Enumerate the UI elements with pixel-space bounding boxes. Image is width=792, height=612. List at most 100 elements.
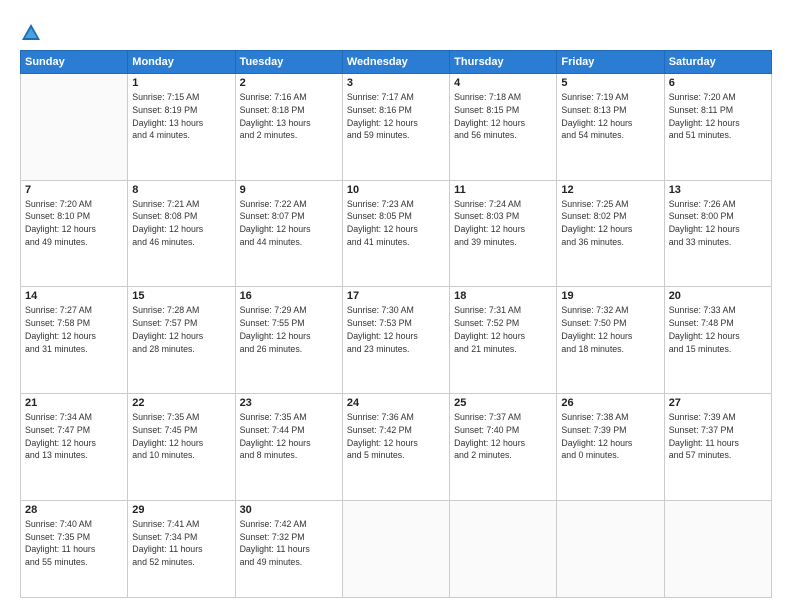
week-row-2: 7 Sunrise: 7:20 AM Sunset: 8:10 PM Daylig… [21, 180, 772, 287]
day-number: 8 [132, 184, 230, 196]
calendar-cell: 3 Sunrise: 7:17 AM Sunset: 8:16 PM Daylig… [342, 74, 449, 181]
calendar-cell: 11 Sunrise: 7:24 AM Sunset: 8:03 PM Dayli… [450, 180, 557, 287]
calendar-cell: 27 Sunrise: 7:39 AM Sunset: 7:37 PM Dayli… [664, 394, 771, 501]
day-number: 3 [347, 77, 445, 89]
calendar-cell: 14Sunrise: 7:27 AM Sunset: 7:58 PM Dayli… [21, 287, 128, 394]
weekday-header-tuesday: Tuesday [235, 51, 342, 74]
day-number: 26 [561, 397, 659, 409]
day-number: 23 [240, 397, 338, 409]
calendar-cell: 1Sunrise: 7:15 AM Sunset: 8:19 PM Daylig… [128, 74, 235, 181]
day-info: Sunrise: 7:35 AM Sunset: 7:45 PM Dayligh… [132, 411, 230, 462]
weekday-header-friday: Friday [557, 51, 664, 74]
day-number: 12 [561, 184, 659, 196]
calendar-cell: 22 Sunrise: 7:35 AM Sunset: 7:45 PM Dayli… [128, 394, 235, 501]
calendar-cell [450, 500, 557, 597]
day-number: 4 [454, 77, 552, 89]
header [20, 18, 772, 44]
calendar-cell: 24 Sunrise: 7:36 AM Sunset: 7:42 PM Dayli… [342, 394, 449, 501]
calendar-cell: 23 Sunrise: 7:35 AM Sunset: 7:44 PM Dayli… [235, 394, 342, 501]
day-info: Sunrise: 7:19 AM Sunset: 8:13 PM Dayligh… [561, 91, 659, 142]
calendar-cell: 4 Sunrise: 7:18 AM Sunset: 8:15 PM Daylig… [450, 74, 557, 181]
day-info: Sunrise: 7:33 AM Sunset: 7:48 PM Dayligh… [669, 304, 767, 355]
day-info: Sunrise: 7:21 AM Sunset: 8:08 PM Dayligh… [132, 198, 230, 249]
calendar-cell: 16 Sunrise: 7:29 AM Sunset: 7:55 PM Dayli… [235, 287, 342, 394]
day-info: Sunrise: 7:40 AM Sunset: 7:35 PM Dayligh… [25, 518, 123, 569]
calendar-cell: 18 Sunrise: 7:31 AM Sunset: 7:52 PM Dayli… [450, 287, 557, 394]
day-info: Sunrise: 7:32 AM Sunset: 7:50 PM Dayligh… [561, 304, 659, 355]
calendar-cell: 30 Sunrise: 7:42 AM Sunset: 7:32 PM Dayli… [235, 500, 342, 597]
calendar-cell: 20 Sunrise: 7:33 AM Sunset: 7:48 PM Dayli… [664, 287, 771, 394]
calendar-cell: 6 Sunrise: 7:20 AM Sunset: 8:11 PM Daylig… [664, 74, 771, 181]
day-info: Sunrise: 7:35 AM Sunset: 7:44 PM Dayligh… [240, 411, 338, 462]
day-number: 20 [669, 290, 767, 302]
day-number: 28 [25, 504, 123, 516]
day-info: Sunrise: 7:20 AM Sunset: 8:10 PM Dayligh… [25, 198, 123, 249]
calendar-cell: 15Sunrise: 7:28 AM Sunset: 7:57 PM Dayli… [128, 287, 235, 394]
week-row-3: 14Sunrise: 7:27 AM Sunset: 7:58 PM Dayli… [21, 287, 772, 394]
day-number: 25 [454, 397, 552, 409]
calendar-table: SundayMondayTuesdayWednesdayThursdayFrid… [20, 50, 772, 598]
calendar-cell [557, 500, 664, 597]
week-row-5: 28 Sunrise: 7:40 AM Sunset: 7:35 PM Dayli… [21, 500, 772, 597]
day-info: Sunrise: 7:38 AM Sunset: 7:39 PM Dayligh… [561, 411, 659, 462]
day-info: Sunrise: 7:36 AM Sunset: 7:42 PM Dayligh… [347, 411, 445, 462]
day-number: 17 [347, 290, 445, 302]
day-info: Sunrise: 7:24 AM Sunset: 8:03 PM Dayligh… [454, 198, 552, 249]
calendar-cell: 5 Sunrise: 7:19 AM Sunset: 8:13 PM Daylig… [557, 74, 664, 181]
day-info: Sunrise: 7:29 AM Sunset: 7:55 PM Dayligh… [240, 304, 338, 355]
day-number: 11 [454, 184, 552, 196]
day-number: 16 [240, 290, 338, 302]
calendar-cell: 25 Sunrise: 7:37 AM Sunset: 7:40 PM Dayli… [450, 394, 557, 501]
calendar-cell: 19 Sunrise: 7:32 AM Sunset: 7:50 PM Dayli… [557, 287, 664, 394]
logo [20, 22, 46, 44]
day-number: 30 [240, 504, 338, 516]
day-info: Sunrise: 7:41 AM Sunset: 7:34 PM Dayligh… [132, 518, 230, 569]
logo-icon [20, 22, 42, 44]
calendar-cell: 8 Sunrise: 7:21 AM Sunset: 8:08 PM Daylig… [128, 180, 235, 287]
weekday-header-monday: Monday [128, 51, 235, 74]
day-info: Sunrise: 7:34 AM Sunset: 7:47 PM Dayligh… [25, 411, 123, 462]
week-row-1: 1Sunrise: 7:15 AM Sunset: 8:19 PM Daylig… [21, 74, 772, 181]
calendar-cell: 10Sunrise: 7:23 AM Sunset: 8:05 PM Dayli… [342, 180, 449, 287]
calendar-cell: 21 Sunrise: 7:34 AM Sunset: 7:47 PM Dayli… [21, 394, 128, 501]
day-info: Sunrise: 7:37 AM Sunset: 7:40 PM Dayligh… [454, 411, 552, 462]
day-number: 14 [25, 290, 123, 302]
day-number: 29 [132, 504, 230, 516]
calendar-cell: 12 Sunrise: 7:25 AM Sunset: 8:02 PM Dayli… [557, 180, 664, 287]
day-number: 22 [132, 397, 230, 409]
day-info: Sunrise: 7:16 AM Sunset: 8:18 PM Dayligh… [240, 91, 338, 142]
week-row-4: 21 Sunrise: 7:34 AM Sunset: 7:47 PM Dayli… [21, 394, 772, 501]
day-info: Sunrise: 7:17 AM Sunset: 8:16 PM Dayligh… [347, 91, 445, 142]
day-number: 7 [25, 184, 123, 196]
day-number: 21 [25, 397, 123, 409]
weekday-header-row: SundayMondayTuesdayWednesdayThursdayFrid… [21, 51, 772, 74]
weekday-header-sunday: Sunday [21, 51, 128, 74]
day-info: Sunrise: 7:39 AM Sunset: 7:37 PM Dayligh… [669, 411, 767, 462]
day-number: 24 [347, 397, 445, 409]
day-number: 27 [669, 397, 767, 409]
calendar-cell: 29 Sunrise: 7:41 AM Sunset: 7:34 PM Dayli… [128, 500, 235, 597]
day-info: Sunrise: 7:22 AM Sunset: 8:07 PM Dayligh… [240, 198, 338, 249]
day-number: 19 [561, 290, 659, 302]
day-info: Sunrise: 7:42 AM Sunset: 7:32 PM Dayligh… [240, 518, 338, 569]
day-number: 6 [669, 77, 767, 89]
day-info: Sunrise: 7:23 AM Sunset: 8:05 PM Dayligh… [347, 198, 445, 249]
day-info: Sunrise: 7:28 AM Sunset: 7:57 PM Dayligh… [132, 304, 230, 355]
calendar-cell: 13Sunrise: 7:26 AM Sunset: 8:00 PM Dayli… [664, 180, 771, 287]
day-number: 5 [561, 77, 659, 89]
day-info: Sunrise: 7:18 AM Sunset: 8:15 PM Dayligh… [454, 91, 552, 142]
day-number: 18 [454, 290, 552, 302]
day-info: Sunrise: 7:31 AM Sunset: 7:52 PM Dayligh… [454, 304, 552, 355]
weekday-header-saturday: Saturday [664, 51, 771, 74]
calendar-cell [21, 74, 128, 181]
calendar-cell: 26 Sunrise: 7:38 AM Sunset: 7:39 PM Dayli… [557, 394, 664, 501]
calendar-cell: 7 Sunrise: 7:20 AM Sunset: 8:10 PM Daylig… [21, 180, 128, 287]
day-info: Sunrise: 7:30 AM Sunset: 7:53 PM Dayligh… [347, 304, 445, 355]
weekday-header-wednesday: Wednesday [342, 51, 449, 74]
day-info: Sunrise: 7:26 AM Sunset: 8:00 PM Dayligh… [669, 198, 767, 249]
day-number: 2 [240, 77, 338, 89]
calendar-cell [664, 500, 771, 597]
day-info: Sunrise: 7:25 AM Sunset: 8:02 PM Dayligh… [561, 198, 659, 249]
day-info: Sunrise: 7:15 AM Sunset: 8:19 PM Dayligh… [132, 91, 230, 142]
day-info: Sunrise: 7:20 AM Sunset: 8:11 PM Dayligh… [669, 91, 767, 142]
